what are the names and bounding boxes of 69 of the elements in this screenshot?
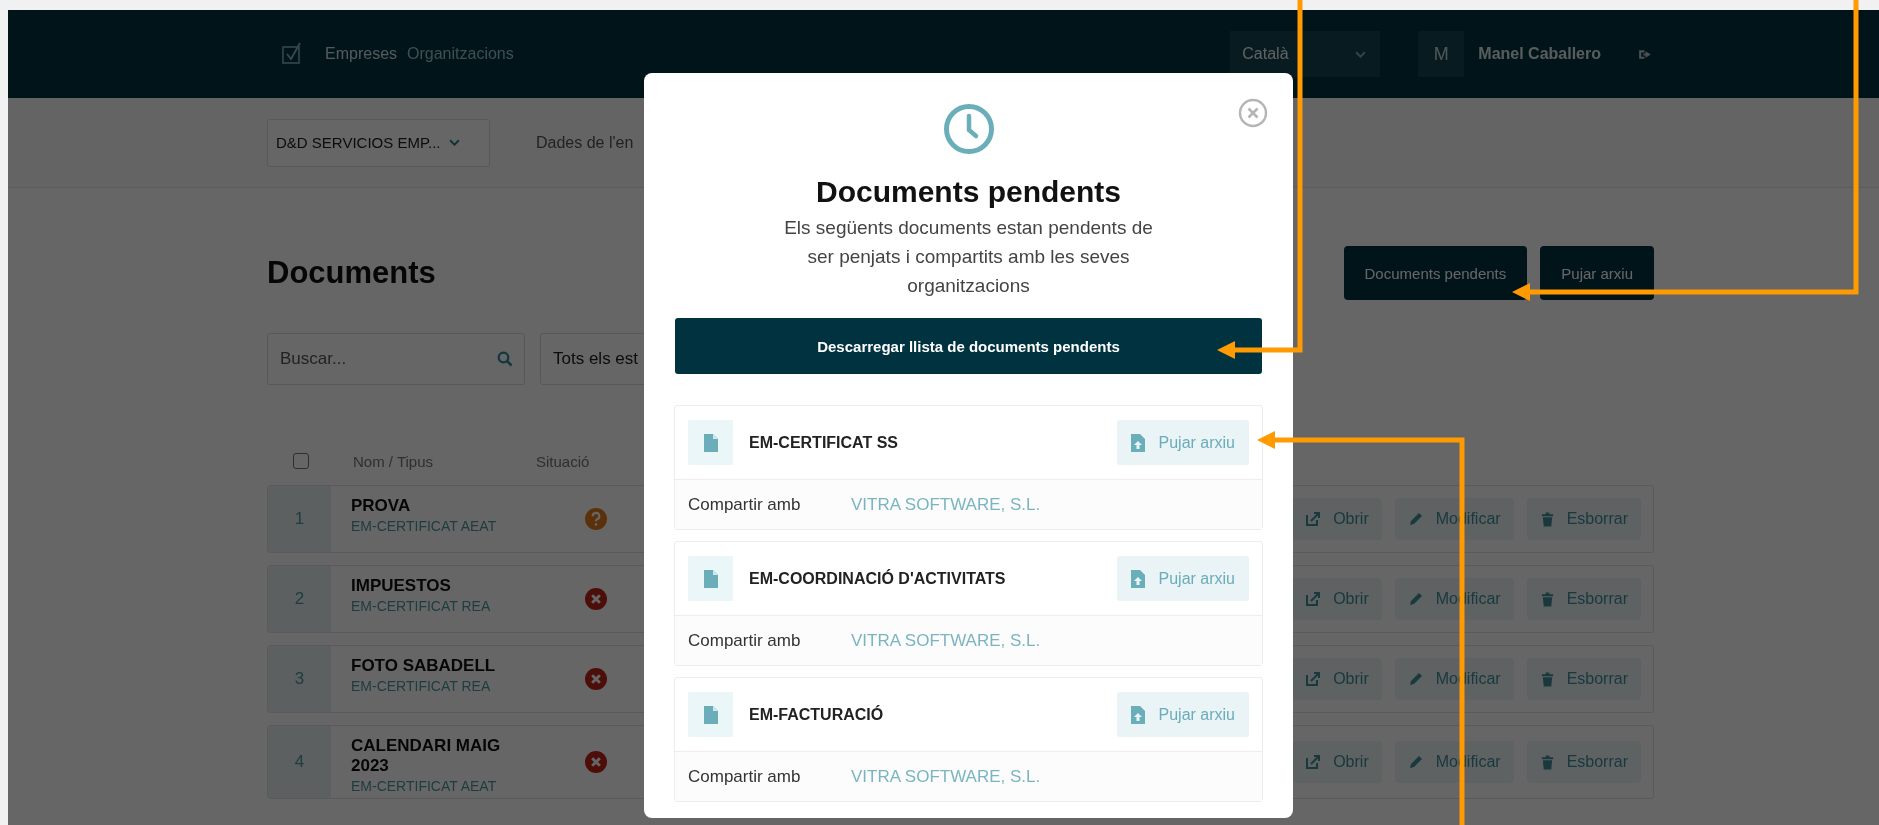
- file-icon: [688, 556, 733, 601]
- caret-icon: [1355, 50, 1367, 58]
- document-type: EM-CERTIFICAT REA: [351, 678, 492, 694]
- company-select[interactable]: D&D SERVICIOS EMP...: [267, 118, 490, 167]
- row-action-button[interactable]: Obrir: [1292, 498, 1382, 540]
- organization-name: VITRA SOFTWARE, S.L.: [851, 766, 1041, 787]
- share-label: Compartir amb: [688, 494, 802, 515]
- document-name: EM-COORDINACIÓ D'ACTIVITATS: [749, 569, 1006, 588]
- row-action-button[interactable]: Esborrar: [1526, 741, 1641, 783]
- close-icon[interactable]: [1238, 98, 1268, 128]
- document-type: EM-CERTIFICAT AEAT: [351, 518, 498, 534]
- external-link-icon: [1305, 591, 1322, 607]
- search-field[interactable]: Buscar...: [267, 333, 525, 385]
- upload-button[interactable]: Pujar arxiu: [1116, 556, 1249, 601]
- toolbar-button[interactable]: Documents pendents: [1343, 246, 1528, 300]
- clock-icon: [942, 103, 995, 155]
- row-action-button[interactable]: Obrir: [1292, 741, 1382, 783]
- pencil-icon: [1407, 511, 1424, 527]
- trash-icon: [1539, 591, 1555, 607]
- row-number: 1: [268, 486, 331, 552]
- pencil-icon: [1407, 591, 1424, 607]
- document-name: CALENDARI MAIG 2023: [351, 736, 502, 776]
- trash-icon: [1539, 511, 1555, 527]
- file-upload-icon: [1130, 569, 1145, 588]
- organization-name: VITRA SOFTWARE, S.L.: [851, 494, 1041, 515]
- modal-description: Els següents documents estan pendents de ser penjats i compartits amb les seves organitzacions: [783, 216, 1154, 298]
- external-link-icon: [1305, 671, 1322, 687]
- row-number: 4: [268, 726, 331, 798]
- organization-name: VITRA SOFTWARE, S.L.: [851, 630, 1041, 651]
- modal-title: Documents pendents: [815, 175, 1121, 209]
- document-type: EM-CERTIFICAT AEAT: [351, 778, 498, 794]
- pencil-icon: [1407, 754, 1424, 770]
- trash-icon: [1539, 754, 1555, 770]
- language-select[interactable]: Català: [1230, 31, 1381, 77]
- row-action-button[interactable]: Esborrar: [1526, 578, 1641, 620]
- select-all-checkbox[interactable]: [293, 453, 309, 469]
- share-label: Compartir amb: [688, 630, 802, 651]
- trash-icon: [1539, 671, 1555, 687]
- file-upload-icon: [1130, 705, 1145, 724]
- row-action-button[interactable]: Obrir: [1292, 658, 1382, 700]
- document-name: PROVA: [351, 496, 412, 516]
- file-upload-icon: [1130, 433, 1145, 452]
- row-number: 2: [268, 566, 331, 632]
- file-icon: [688, 692, 733, 737]
- caret-icon: [448, 139, 460, 146]
- pencil-icon: [1407, 671, 1424, 687]
- nav-link[interactable]: Empreses: [325, 45, 398, 63]
- avatar: M: [1418, 31, 1465, 77]
- external-link-icon: [1305, 511, 1322, 527]
- page-title: Documents: [267, 255, 436, 291]
- user-name: Manel Caballero: [1478, 45, 1601, 63]
- nav-link[interactable]: Organitzacions: [407, 45, 514, 63]
- row-number: 3: [268, 646, 331, 712]
- document-name: EM-CERTIFICAT SS: [749, 433, 899, 452]
- search-icon: [497, 351, 513, 367]
- file-icon: [688, 420, 733, 465]
- external-link-icon: [1305, 754, 1322, 770]
- document-name: IMPUESTOS: [351, 576, 452, 596]
- section-tab[interactable]: Dades de l'en: [536, 133, 634, 152]
- upload-button[interactable]: Pujar arxiu: [1116, 420, 1249, 465]
- row-action-button[interactable]: Obrir: [1292, 578, 1382, 620]
- row-action-button[interactable]: Esborrar: [1526, 658, 1641, 700]
- download-list-button[interactable]: Descarregar llista de documents pendents: [675, 318, 1262, 374]
- document-name: EM-FACTURACIÓ: [749, 705, 884, 724]
- upload-button[interactable]: Pujar arxiu: [1116, 692, 1249, 737]
- row-action-button[interactable]: Esborrar: [1526, 498, 1641, 540]
- document-type: EM-CERTIFICAT REA: [351, 598, 492, 614]
- share-label: Compartir amb: [688, 766, 802, 787]
- document-name: FOTO SABADELL: [351, 656, 497, 676]
